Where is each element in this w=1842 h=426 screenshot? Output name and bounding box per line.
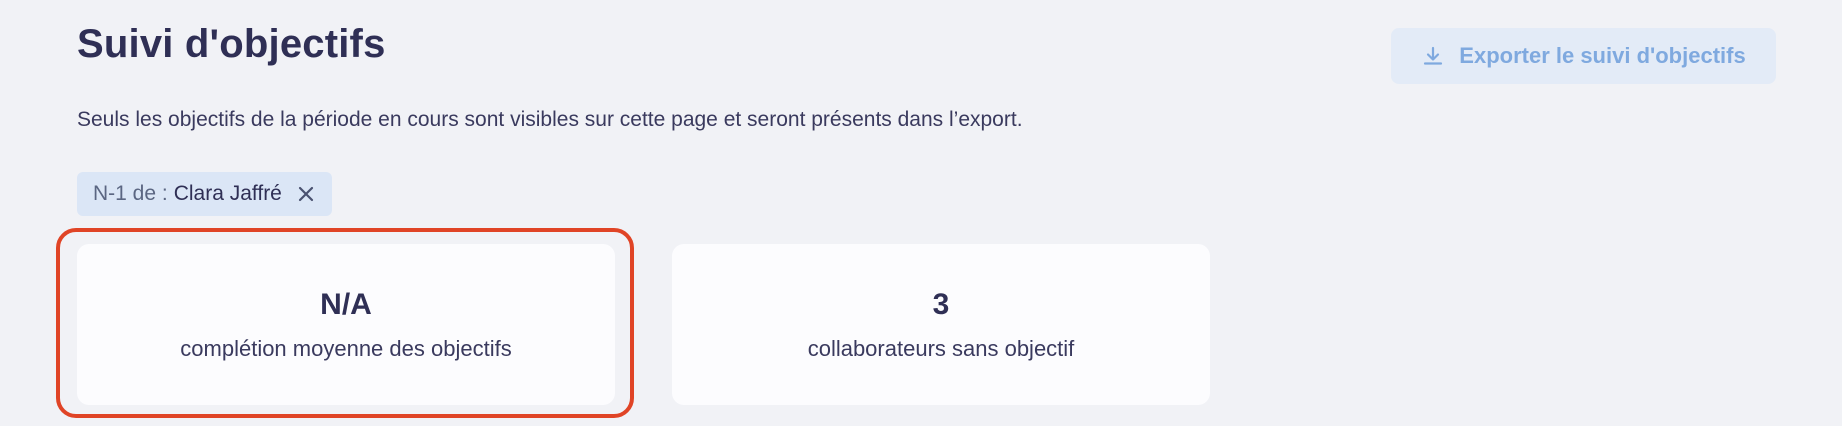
stat-label: collaborateurs sans objectif	[807, 335, 1075, 361]
page-title: Suivi d'objectifs	[77, 22, 386, 66]
close-icon[interactable]	[296, 184, 316, 204]
download-icon	[1421, 44, 1445, 68]
filter-chip: N-1 de : Clara Jaffré	[77, 172, 332, 216]
stat-card-collaborators-without-objective: 3 collaborateurs sans objectif	[672, 244, 1210, 405]
highlight-outline	[56, 228, 634, 418]
export-button-label: Exporter le suivi d'objectifs	[1459, 43, 1746, 68]
filter-chip-value: Clara Jaffré	[173, 182, 282, 205]
filter-chip-prefix: N-1 de :	[93, 182, 168, 205]
export-button[interactable]: Exporter le suivi d'objectifs	[1391, 28, 1776, 84]
stat-value: 3	[932, 287, 950, 321]
page-description: Seuls les objectifs de la période en cou…	[77, 108, 1023, 131]
objectives-tracking-page: Suivi d'objectifs Exporter le suivi d'ob…	[0, 0, 1842, 426]
